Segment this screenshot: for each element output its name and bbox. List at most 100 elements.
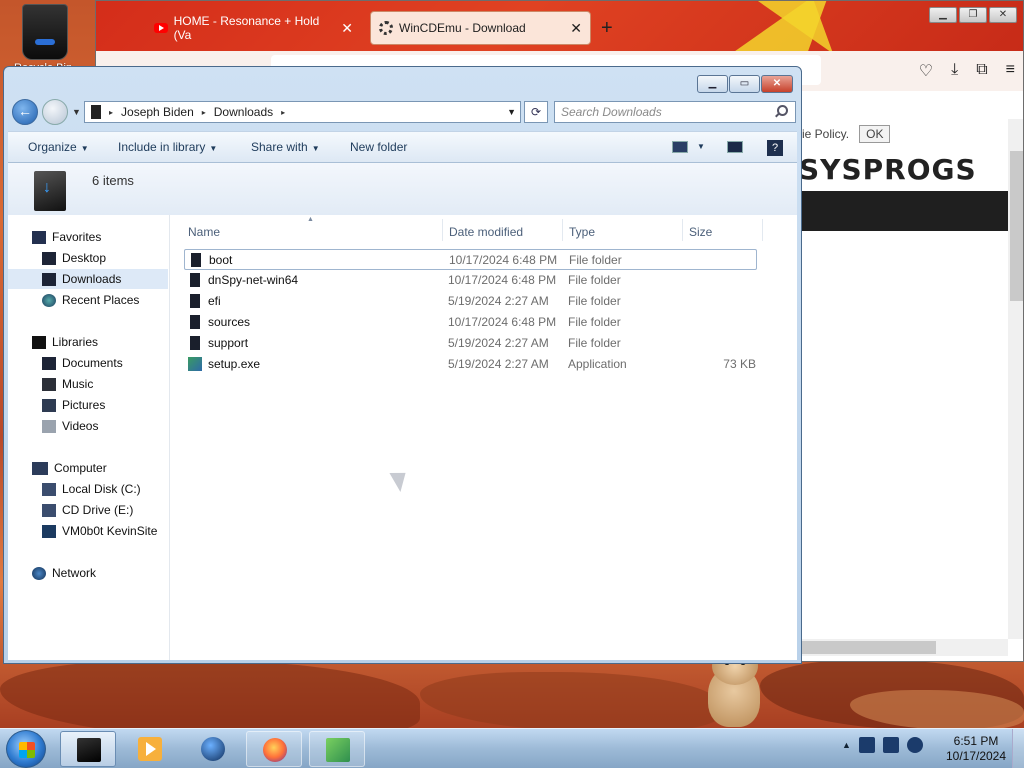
videos-icon — [42, 419, 56, 433]
tab-wincdemu[interactable]: WinCDEmu - Download ✕ — [370, 11, 591, 45]
clock-date: 10/17/2024 — [945, 749, 1007, 763]
taskbar-firefox[interactable] — [246, 731, 302, 767]
preview-pane-icon[interactable] — [727, 141, 743, 153]
table-row[interactable]: efi 5/19/2024 2:27 AM File folder — [184, 291, 757, 312]
new-tab-button[interactable]: + — [601, 17, 613, 40]
close-tab-icon[interactable]: ✕ — [570, 20, 582, 37]
address-dropdown-icon[interactable]: ▼ — [507, 107, 516, 117]
navigation-pane: Favorites Desktop Downloads Recent Place… — [8, 215, 170, 660]
tab-title: WinCDEmu - Download — [399, 21, 526, 35]
sidebar-item-vm-share[interactable]: VM0b0t KevinSite — [42, 521, 168, 541]
maximize-button[interactable]: ▭ — [729, 75, 760, 93]
sidebar-item-cd-drive[interactable]: CD Drive (E:) — [42, 500, 168, 520]
volume-tray-icon[interactable] — [906, 737, 923, 753]
include-in-library-button[interactable]: Include in library ▼ — [118, 140, 217, 154]
scrollbar-thumb[interactable] — [1010, 151, 1023, 301]
network-tray-icon[interactable] — [858, 737, 875, 753]
download-icon[interactable]: ⤓ — [951, 61, 958, 81]
cookie-text: kie Policy. — [796, 127, 850, 141]
tab-youtube[interactable]: HOME - Resonance + Hold (Va ✕ — [146, 11, 361, 45]
table-row[interactable]: boot 10/17/2024 6:48 PM File folder — [184, 249, 757, 270]
show-desktop-button[interactable] — [1012, 729, 1024, 768]
recycle-bin-icon[interactable]: Recycle Bin — [14, 4, 74, 74]
vertical-scrollbar[interactable] — [1008, 119, 1023, 639]
recent-pages-dropdown[interactable]: ▼ — [72, 107, 81, 117]
network-drive-icon — [42, 524, 56, 538]
sidebar-item-network[interactable]: Network — [32, 563, 168, 583]
close-tab-icon[interactable]: ✕ — [341, 20, 353, 37]
network-icon — [32, 566, 46, 580]
new-folder-button[interactable]: New folder — [350, 140, 407, 154]
sidebar-item-favorites[interactable]: Favorites — [32, 227, 192, 247]
horizontal-scrollbar[interactable] — [796, 639, 1008, 656]
scrollbar-thumb[interactable] — [796, 641, 936, 654]
globe-icon — [201, 737, 225, 761]
pictures-icon — [42, 398, 56, 412]
sidebar-item-downloads[interactable]: Downloads — [8, 269, 168, 289]
organize-button[interactable]: Organize ▼ — [28, 140, 89, 154]
folder-icon — [190, 273, 200, 287]
search-input[interactable] — [554, 101, 796, 123]
pocket-icon[interactable]: ♡ — [919, 61, 933, 81]
sysprogs-logo[interactable]: SYSPROGS — [799, 153, 977, 186]
minimize-button[interactable]: ▁ — [697, 75, 728, 93]
trash-icon — [22, 4, 68, 60]
breadcrumb-separator[interactable]: ▸ — [281, 108, 285, 117]
sidebar-item-computer[interactable]: Computer — [32, 458, 168, 478]
column-header-date[interactable]: Date modified — [449, 225, 523, 239]
extensions-icon[interactable]: ⧉ — [976, 61, 987, 81]
share-with-button[interactable]: Share with ▼ — [251, 140, 320, 154]
hard-drive-icon — [42, 482, 56, 496]
display-tray-icon[interactable] — [882, 737, 899, 753]
start-button[interactable] — [6, 730, 46, 768]
table-row[interactable]: support 5/19/2024 2:27 AM File folder — [184, 333, 757, 354]
system-clock[interactable]: 6:51 PM 10/17/2024 — [936, 734, 1016, 764]
column-header-type[interactable]: Type — [569, 225, 595, 239]
back-button[interactable] — [12, 99, 38, 125]
sidebar-item-videos[interactable]: Videos — [42, 416, 168, 436]
taskbar-globe[interactable] — [185, 731, 241, 767]
sidebar-item-music[interactable]: Music — [42, 374, 168, 394]
help-icon[interactable]: ? — [767, 140, 783, 156]
close-button[interactable]: ✕ — [989, 7, 1017, 23]
sidebar-item-desktop[interactable]: Desktop — [42, 248, 168, 268]
table-row[interactable]: setup.exe 5/19/2024 2:27 AM Application … — [184, 354, 757, 375]
sidebar-item-pictures[interactable]: Pictures — [42, 395, 168, 415]
refresh-button[interactable]: ⟳ — [524, 101, 548, 123]
sidebar-item-libraries[interactable]: Libraries — [32, 332, 168, 352]
change-view-icon[interactable] — [672, 141, 688, 153]
sidebar-item-recent-places[interactable]: Recent Places — [42, 290, 168, 310]
explorer-icon — [77, 738, 101, 762]
search-icon[interactable] — [777, 105, 788, 116]
sidebar-item-local-disk[interactable]: Local Disk (C:) — [42, 479, 168, 499]
address-bar[interactable]: ▸ Joseph Biden ▸ Downloads ▸ ▼ — [84, 101, 521, 123]
clock-time: 6:51 PM — [953, 734, 999, 748]
menu-icon[interactable]: ≡ — [1006, 61, 1015, 81]
close-button[interactable]: ✕ — [761, 75, 793, 93]
restore-button[interactable]: ❐ — [959, 7, 987, 23]
explorer-window: ▁ ▭ ✕ ▼ ▸ Joseph Biden ▸ Downloads ▸ ▼ ⟳… — [3, 66, 802, 664]
cookie-notice: kie Policy. OK — [796, 125, 891, 143]
column-header-size[interactable]: Size — [689, 225, 712, 239]
chevron-down-icon: ▼ — [311, 144, 320, 153]
star-icon — [32, 230, 46, 244]
show-hidden-icons-button[interactable]: ▲ — [842, 740, 851, 750]
taskbar-explorer[interactable] — [60, 731, 116, 767]
chevron-down-icon[interactable]: ▼ — [697, 142, 705, 151]
breadcrumb-separator[interactable]: ▸ — [202, 108, 206, 117]
sidebar-item-documents[interactable]: Documents — [42, 353, 168, 373]
table-row[interactable]: dnSpy-net-win64 10/17/2024 6:48 PM File … — [184, 270, 757, 291]
breadcrumb-downloads[interactable]: Downloads — [214, 105, 273, 119]
column-header-name[interactable]: Name — [188, 225, 220, 239]
folder-icon — [190, 315, 200, 329]
command-bar: Organize ▼ Include in library ▼ Share with… — [8, 131, 797, 163]
taskbar-wincdemu[interactable] — [309, 731, 365, 767]
table-row[interactable]: sources 10/17/2024 6:48 PM File folder — [184, 312, 757, 333]
folder-icon — [191, 253, 201, 267]
forward-button[interactable] — [42, 99, 68, 125]
breadcrumb-joseph-biden[interactable]: Joseph Biden — [121, 105, 194, 119]
cookie-ok-button[interactable]: OK — [859, 125, 891, 143]
breadcrumb-separator[interactable]: ▸ — [109, 108, 113, 117]
taskbar-media-player[interactable] — [122, 731, 178, 767]
minimize-button[interactable]: ▁ — [929, 7, 957, 23]
